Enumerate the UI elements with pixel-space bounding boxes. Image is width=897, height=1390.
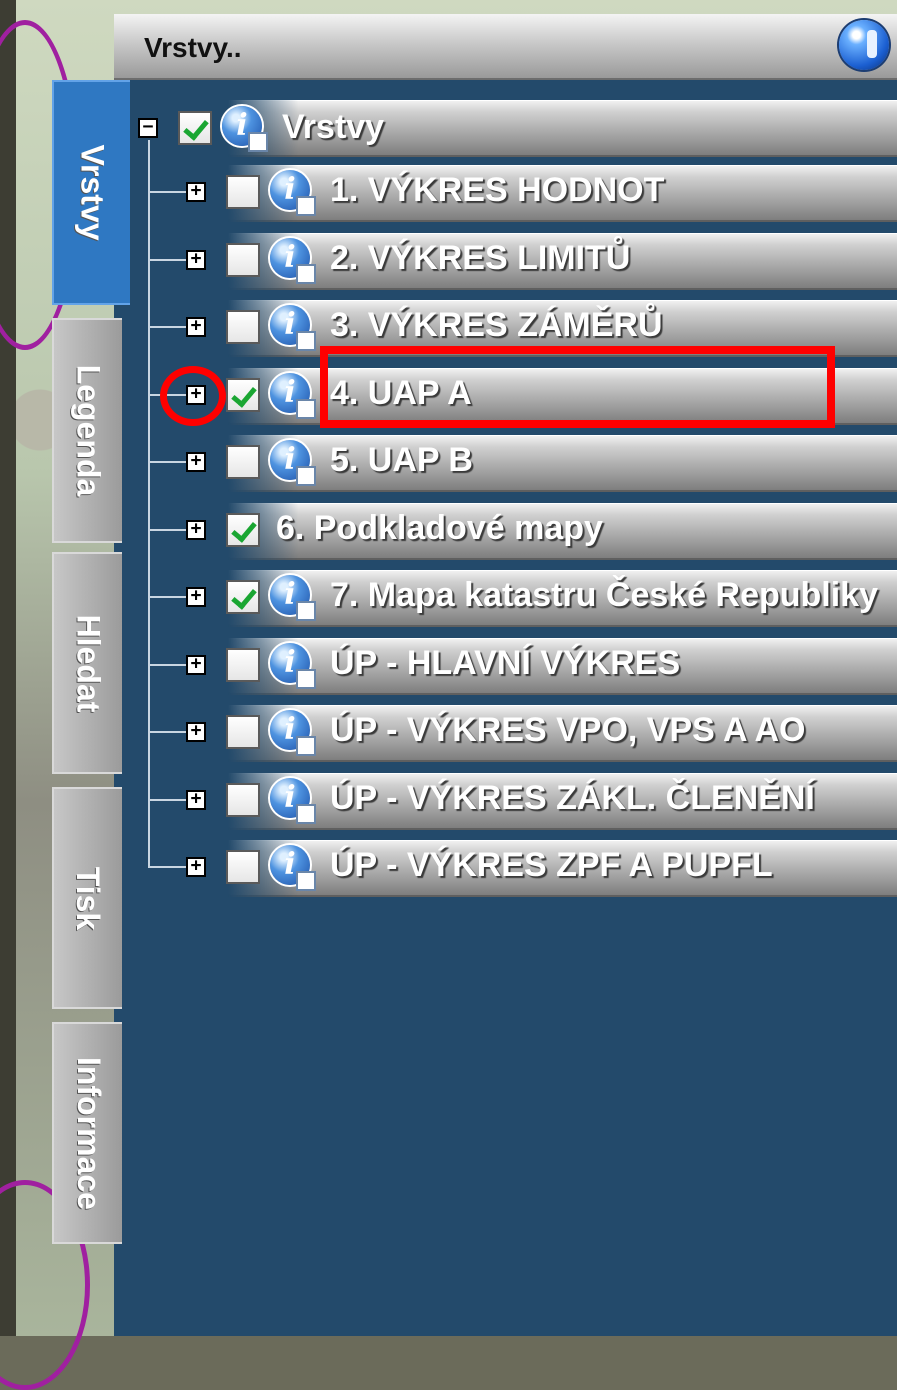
tab-informace[interactable]: Informace [52, 1022, 122, 1244]
tab-hledat[interactable]: Hledat [52, 552, 122, 774]
layer-checkbox[interactable] [226, 782, 260, 817]
layer-label: 5. UAP B [330, 441, 473, 479]
tab-label: Legenda [70, 364, 107, 497]
layer-checkbox[interactable] [226, 175, 260, 209]
expand-toggle[interactable]: + [186, 587, 206, 607]
info-icon[interactable]: i [270, 777, 316, 824]
tab-vrstvy[interactable]: Vrstvy [52, 80, 130, 305]
tree-connector-line [148, 731, 186, 733]
tree-connector-line [148, 140, 150, 867]
info-icon[interactable]: i [270, 575, 316, 621]
layer-label: 7. Mapa katastru České Republiky [330, 576, 879, 614]
info-icon[interactable]: i [270, 710, 316, 756]
info-icon[interactable]: i [222, 106, 268, 152]
layer-label: 3. VÝKRES ZÁMĚRŮ [330, 306, 663, 344]
tab-tisk[interactable]: Tisk [52, 787, 122, 1009]
panel-header: Vrstvy.. [114, 14, 897, 80]
tree-connector-line [148, 663, 186, 666]
layer-checkbox[interactable] [226, 580, 260, 614]
tab-label: Informace [70, 1056, 107, 1210]
layer-label: ÚP - VÝKRES ZÁKL. ČLENĚNÍ [330, 778, 815, 817]
tree-connector-line [148, 258, 186, 261]
layer-checkbox[interactable] [226, 850, 260, 884]
info-icon[interactable]: i [270, 642, 316, 689]
layer-checkbox[interactable] [226, 647, 260, 682]
expand-toggle[interactable]: + [186, 857, 206, 877]
layer-label: 6. Podkladové mapy [276, 508, 603, 547]
layer-label: ÚP - VÝKRES ZPF A PUPFL [330, 846, 773, 884]
tab-label: Tisk [70, 866, 107, 930]
tab-label: Vrstvy [74, 144, 111, 241]
highlight-rectangle [320, 346, 835, 428]
layer-checkbox[interactable] [226, 310, 260, 344]
tree-connector-line [148, 461, 186, 463]
globe-icon[interactable] [839, 20, 889, 70]
expand-toggle[interactable]: + [186, 789, 206, 810]
layer-label: ÚP - HLAVNÍ VÝKRES [330, 643, 681, 682]
expand-toggle[interactable]: + [186, 722, 206, 742]
layer-checkbox[interactable] [226, 377, 260, 412]
tree-row[interactable] [228, 435, 897, 492]
layer-checkbox[interactable] [226, 715, 260, 749]
info-icon[interactable]: i [270, 170, 316, 216]
tree-connector-line [148, 866, 186, 868]
info-icon[interactable]: i [270, 372, 316, 419]
expand-toggle[interactable]: + [186, 452, 206, 472]
tab-legenda[interactable]: Legenda [52, 318, 122, 543]
info-icon[interactable]: i [270, 440, 316, 486]
info-icon[interactable]: i [270, 845, 316, 891]
tree-connector-line [148, 528, 186, 531]
layer-checkbox[interactable] [226, 242, 260, 277]
expand-toggle[interactable]: + [186, 654, 206, 675]
info-icon[interactable]: i [270, 305, 316, 351]
tree-connector-line [148, 798, 186, 801]
layer-label: ÚP - VÝKRES VPO, VPS A AO [330, 711, 806, 749]
layer-label: 2. VÝKRES LIMITŮ [330, 238, 631, 277]
expand-toggle[interactable]: + [186, 249, 206, 270]
tree-connector-line [148, 326, 186, 328]
highlight-circle [160, 366, 226, 426]
panel-title: Vrstvy.. [144, 32, 242, 63]
layer-checkbox[interactable] [226, 512, 260, 547]
tree-connector-line [148, 191, 186, 193]
layer-label: 1. VÝKRES HODNOT [330, 171, 665, 209]
info-icon[interactable]: i [270, 237, 316, 284]
tree-root-label: Vrstvy [282, 108, 385, 146]
expand-toggle[interactable]: + [186, 519, 206, 540]
layer-checkbox[interactable] [226, 445, 260, 479]
expand-toggle[interactable]: + [186, 317, 206, 337]
tree-connector-line [148, 596, 186, 598]
expand-toggle[interactable]: + [186, 182, 206, 202]
tab-label: Hledat [70, 614, 107, 712]
collapse-toggle[interactable]: − [138, 118, 158, 138]
root-checkbox[interactable] [178, 111, 212, 145]
